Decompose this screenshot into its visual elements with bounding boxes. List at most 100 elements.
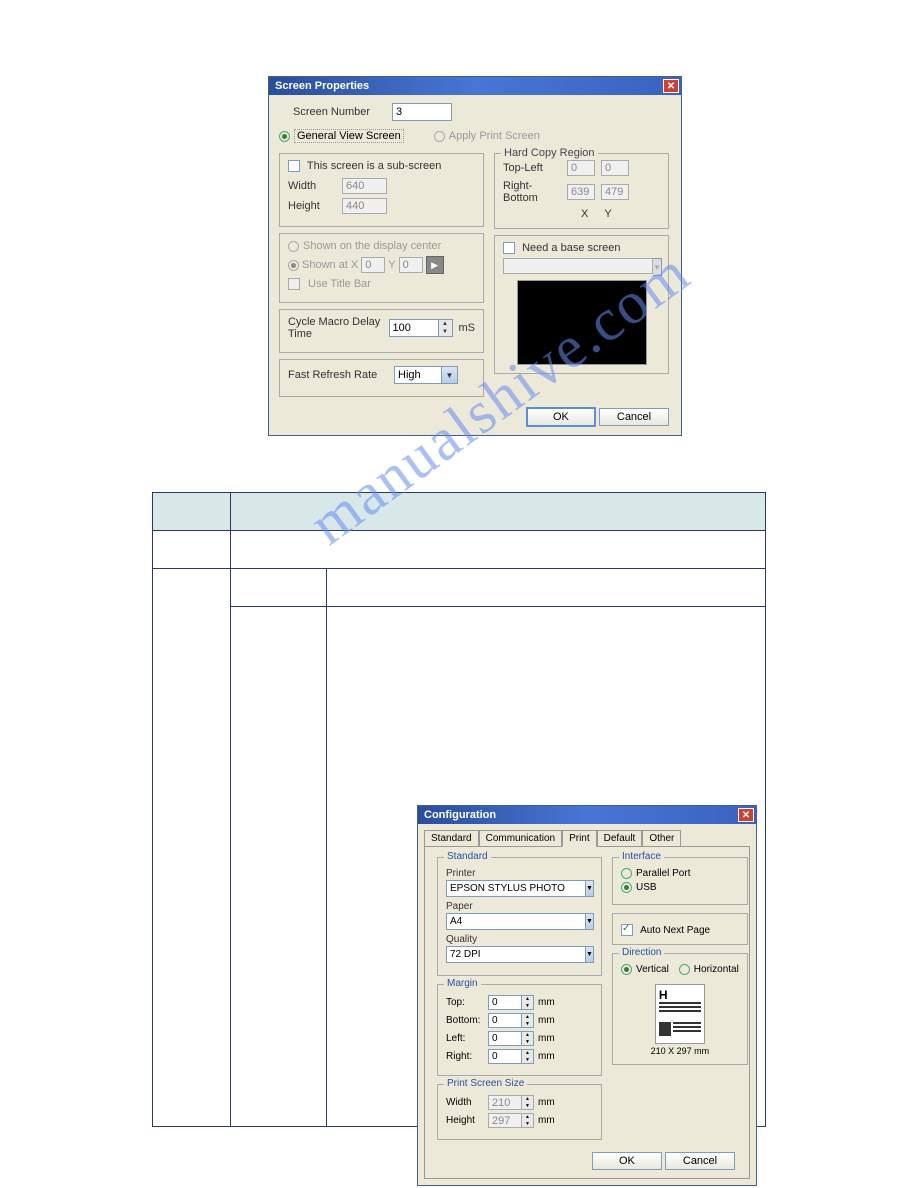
- margin-left-stepper[interactable]: ▲▼: [488, 1031, 534, 1046]
- close-icon[interactable]: ✕: [663, 79, 679, 93]
- chevron-down-icon: ▼: [653, 258, 662, 276]
- ok-button[interactable]: OK: [592, 1152, 662, 1170]
- general-view-radio[interactable]: General View Screen: [279, 129, 404, 143]
- margin-bottom-stepper[interactable]: ▲▼: [488, 1013, 534, 1028]
- shown-y-label: Y: [388, 259, 395, 271]
- unit: mm: [538, 1115, 555, 1126]
- shown-x-input: [361, 257, 385, 273]
- property-table: Configuration ✕ Standard Communication P…: [152, 492, 766, 1127]
- printer-combo[interactable]: ▼: [446, 880, 593, 897]
- tab-communication[interactable]: Communication: [479, 830, 562, 846]
- tab-standard[interactable]: Standard: [424, 830, 479, 846]
- tab-other[interactable]: Other: [642, 830, 681, 846]
- radio-icon: [288, 241, 299, 252]
- table-header: [153, 493, 231, 531]
- parallel-radio[interactable]: Parallel Port: [621, 868, 739, 879]
- table-cell: [327, 569, 766, 607]
- margin-left-label: Left:: [446, 1033, 484, 1044]
- auto-next-group: Auto Next Page: [612, 913, 748, 945]
- spinner-icon[interactable]: ▲▼: [439, 319, 453, 337]
- pss-height-label: Height: [446, 1115, 484, 1126]
- dialog-title: Screen Properties: [275, 80, 369, 92]
- margin-group: Margin Top: ▲▼ mm Bottom: ▲▼ mm Left: ▲▼: [437, 984, 602, 1076]
- pss-width-stepper: ▲▼: [488, 1095, 534, 1110]
- titlebar-label: Use Title Bar: [308, 278, 371, 290]
- base-screen-label: Need a base screen: [522, 242, 620, 254]
- chevron-down-icon[interactable]: ▼: [586, 880, 594, 897]
- radio-icon: [621, 882, 632, 893]
- screen-properties-dialog: Screen Properties ✕ Screen Number Genera…: [268, 76, 682, 436]
- standard-legend: Standard: [444, 851, 491, 862]
- table-cell: [231, 531, 766, 569]
- direction-legend: Direction: [619, 947, 664, 958]
- paper-combo[interactable]: ▼: [446, 913, 593, 930]
- cycle-macro-unit: mS: [459, 322, 476, 334]
- unit: mm: [538, 1097, 555, 1108]
- paper-value[interactable]: [446, 913, 586, 930]
- table-cell: [231, 607, 327, 1127]
- vertical-radio[interactable]: Vertical: [621, 964, 669, 975]
- tab-default[interactable]: Default: [597, 830, 643, 846]
- general-view-label: General View Screen: [294, 129, 404, 143]
- rightbottom-y: [601, 184, 629, 200]
- close-icon[interactable]: ✕: [738, 808, 754, 822]
- paper-label: Paper: [446, 901, 593, 912]
- unit: mm: [538, 1051, 555, 1062]
- quality-combo[interactable]: ▼: [446, 946, 593, 963]
- usb-label: USB: [636, 882, 657, 893]
- x-header: X: [581, 208, 588, 220]
- rightbottom-label: Right-Bottom: [503, 180, 561, 204]
- cycle-macro-input[interactable]: [389, 319, 439, 337]
- table-cell: [153, 569, 231, 1127]
- hardcopy-legend: Hard Copy Region: [501, 147, 598, 159]
- chevron-down-icon[interactable]: ▼: [586, 913, 594, 930]
- quality-value[interactable]: [446, 946, 586, 963]
- radio-icon: [434, 131, 445, 142]
- cycle-macro-group: Cycle Macro Delay Time ▲▼ mS: [279, 309, 484, 353]
- margin-bottom-label: Bottom:: [446, 1015, 484, 1026]
- titlebar: Screen Properties ✕: [269, 77, 681, 95]
- tab-print[interactable]: Print: [562, 830, 597, 847]
- radio-icon: [288, 260, 299, 271]
- margin-right-stepper[interactable]: ▲▼: [488, 1049, 534, 1064]
- auto-next-checkbox[interactable]: [621, 924, 633, 936]
- quality-label: Quality: [446, 934, 593, 945]
- topleft-label: Top-Left: [503, 162, 561, 174]
- table-cell: Configuration ✕ Standard Communication P…: [327, 607, 766, 1127]
- height-label: Height: [288, 200, 338, 212]
- cycle-macro-stepper[interactable]: ▲▼: [389, 319, 453, 337]
- configuration-dialog: Configuration ✕ Standard Communication P…: [417, 805, 757, 1186]
- ok-button[interactable]: OK: [526, 407, 596, 427]
- usb-radio[interactable]: USB: [621, 882, 739, 893]
- screen-number-input[interactable]: [392, 103, 452, 121]
- cancel-button[interactable]: Cancel: [665, 1152, 735, 1170]
- shown-center-label: Shown on the display center: [303, 240, 441, 252]
- refresh-combo[interactable]: ▼: [394, 366, 458, 384]
- horizontal-radio[interactable]: Horizontal: [679, 964, 739, 975]
- height-input: [342, 198, 387, 214]
- printer-value[interactable]: [446, 880, 586, 897]
- chevron-down-icon[interactable]: ▼: [586, 946, 594, 963]
- interface-group: Interface Parallel Port USB: [612, 857, 748, 905]
- margin-top-label: Top:: [446, 997, 484, 1008]
- base-screen-group: Need a base screen ▼: [494, 235, 669, 374]
- subscreen-group: This screen is a sub-screen Width Height: [279, 153, 484, 227]
- apply-print-radio: Apply Print Screen: [434, 129, 540, 143]
- refresh-value[interactable]: [394, 366, 442, 384]
- y-header: Y: [604, 208, 611, 220]
- margin-top-stepper[interactable]: ▲▼: [488, 995, 534, 1010]
- cancel-button[interactable]: Cancel: [599, 408, 669, 426]
- cycle-macro-label: Cycle Macro Delay Time: [288, 316, 383, 340]
- radio-icon: [621, 964, 632, 975]
- standard-group: Standard Printer ▼ Paper: [437, 857, 602, 976]
- pss-height-stepper: ▲▼: [488, 1113, 534, 1128]
- subscreen-checkbox[interactable]: [288, 160, 300, 172]
- base-screen-checkbox[interactable]: [503, 242, 515, 254]
- margin-legend: Margin: [444, 978, 481, 989]
- chevron-down-icon[interactable]: ▼: [442, 366, 458, 384]
- direction-group: Direction Vertical Horizonta: [612, 953, 748, 1065]
- width-label: Width: [288, 180, 338, 192]
- unit: mm: [538, 1015, 555, 1026]
- titlebar-checkbox: [288, 278, 300, 290]
- goto-icon: ▶: [426, 256, 444, 274]
